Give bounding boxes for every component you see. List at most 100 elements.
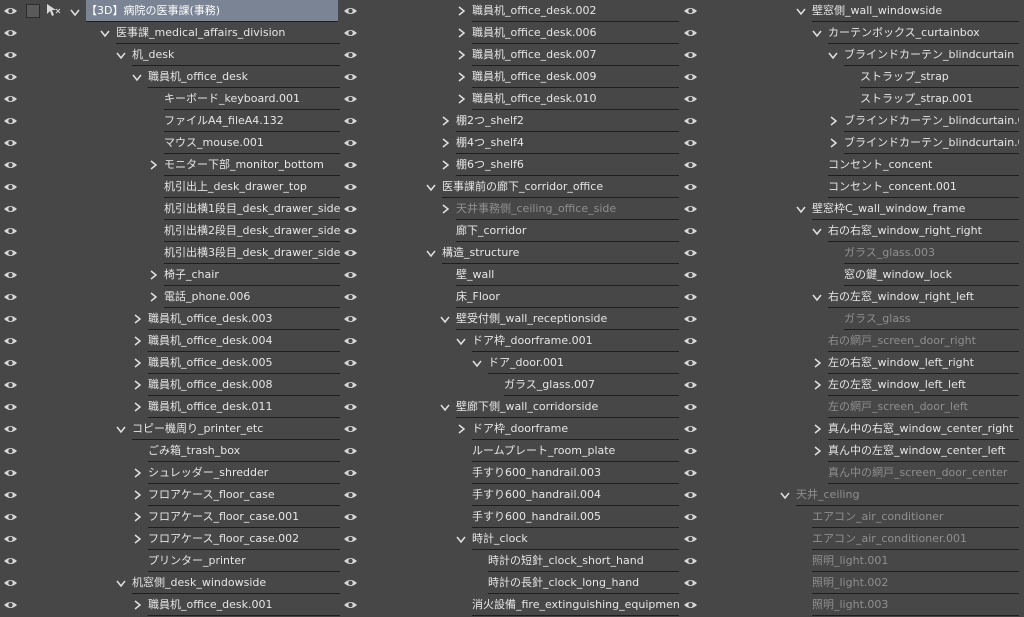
visibility-eye-icon[interactable] [683, 446, 698, 456]
expand-closed-icon[interactable] [812, 358, 822, 368]
layer-row[interactable]: 構造_structure [340, 242, 680, 264]
layer-row[interactable]: ごみ箱_trash_box [0, 440, 340, 462]
layer-row[interactable]: ブラインドカーテン_blindcurtain [680, 44, 1024, 66]
expand-closed-icon[interactable] [812, 380, 822, 390]
visibility-eye-icon[interactable] [3, 358, 18, 368]
visibility-eye-icon[interactable] [3, 182, 18, 192]
layer-row[interactable]: 棚6つ_shelf6 [340, 154, 680, 176]
visibility-eye-icon[interactable] [683, 424, 698, 434]
visibility-eye-icon[interactable] [343, 600, 358, 610]
visibility-eye-icon[interactable] [683, 160, 698, 170]
expand-closed-icon[interactable] [132, 534, 142, 544]
visibility-eye-icon[interactable] [683, 380, 698, 390]
visibility-eye-icon[interactable] [3, 72, 18, 82]
visibility-eye-icon[interactable] [3, 490, 18, 500]
visibility-eye-icon[interactable] [683, 600, 698, 610]
visibility-eye-icon[interactable] [683, 578, 698, 588]
expand-closed-icon[interactable] [828, 138, 838, 148]
layer-row[interactable]: 左の右窓_window_left_right [680, 352, 1024, 374]
visibility-eye-icon[interactable] [3, 578, 18, 588]
visibility-eye-icon[interactable] [683, 292, 698, 302]
lock-checkbox[interactable] [26, 4, 40, 18]
expand-open-icon[interactable] [100, 28, 110, 38]
layer-row[interactable]: モニター下部_monitor_bottom [0, 154, 340, 176]
layer-row[interactable]: 照明_light.003 [680, 594, 1024, 616]
visibility-eye-icon[interactable] [683, 94, 698, 104]
layer-row[interactable]: 右の右窓_window_right_right [680, 220, 1024, 242]
visibility-eye-icon[interactable] [343, 314, 358, 324]
layer-row[interactable]: 天井_ceiling [680, 484, 1024, 506]
expand-open-icon[interactable] [812, 292, 822, 302]
layer-row[interactable]: 椅子_chair [0, 264, 340, 286]
visibility-eye-icon[interactable] [683, 556, 698, 566]
layer-row[interactable]: ファイルA4_fileA4.132 [0, 110, 340, 132]
visibility-eye-icon[interactable] [343, 28, 358, 38]
visibility-eye-icon[interactable] [343, 468, 358, 478]
expand-closed-icon[interactable] [132, 512, 142, 522]
layer-row[interactable]: 職員机_office_desk.004 [0, 330, 340, 352]
visibility-eye-icon[interactable] [343, 160, 358, 170]
layer-row[interactable]: 右の網戸_screen_door_right [680, 330, 1024, 352]
visibility-eye-icon[interactable] [343, 512, 358, 522]
expand-open-icon[interactable] [456, 534, 466, 544]
expand-open-icon[interactable] [796, 204, 806, 214]
visibility-eye-icon[interactable] [343, 556, 358, 566]
visibility-eye-icon[interactable] [343, 490, 358, 500]
visibility-eye-icon[interactable] [3, 6, 18, 16]
layer-row[interactable]: 机引出上_desk_drawer_top [0, 176, 340, 198]
visibility-eye-icon[interactable] [343, 446, 358, 456]
layer-row[interactable]: 左の網戸_screen_door_left [680, 396, 1024, 418]
expand-closed-icon[interactable] [828, 116, 838, 126]
layer-row[interactable]: フロアケース_floor_case [0, 484, 340, 506]
layer-row[interactable]: エアコン_air_conditioner [680, 506, 1024, 528]
expand-open-icon[interactable] [796, 6, 806, 16]
layer-row[interactable]: 机引出横2段目_desk_drawer_side2 [0, 220, 340, 242]
expand-closed-icon[interactable] [440, 204, 450, 214]
expand-closed-icon[interactable] [132, 600, 142, 610]
layer-row[interactable]: ガラス_glass.007 [340, 374, 680, 396]
visibility-eye-icon[interactable] [343, 336, 358, 346]
expand-open-icon[interactable] [426, 248, 436, 258]
layer-row[interactable]: ルームプレート_room_plate [340, 440, 680, 462]
expand-closed-icon[interactable] [148, 160, 158, 170]
layer-row[interactable]: キーボード_keyboard.001 [0, 88, 340, 110]
visibility-eye-icon[interactable] [3, 138, 18, 148]
expand-open-icon[interactable] [132, 72, 142, 82]
layer-row[interactable]: マウス_mouse.001 [0, 132, 340, 154]
layer-row[interactable]: 医事課前の廊下_corridor_office [340, 176, 680, 198]
visibility-eye-icon[interactable] [3, 380, 18, 390]
expand-open-icon[interactable] [116, 424, 126, 434]
layer-row[interactable]: 壁廊下側_wall_corridorside [340, 396, 680, 418]
layer-row[interactable]: 職員机_office_desk.006 [340, 22, 680, 44]
visibility-eye-icon[interactable] [343, 182, 358, 192]
layer-row[interactable]: ドア枠_doorframe [340, 418, 680, 440]
layer-row[interactable]: ブラインドカーテン_blindcurtain.002 [680, 132, 1024, 154]
layer-row[interactable]: 時計の短針_clock_short_hand [340, 550, 680, 572]
visibility-eye-icon[interactable] [3, 160, 18, 170]
expand-closed-icon[interactable] [456, 94, 466, 104]
layer-row[interactable]: 職員机_office_desk.011 [0, 396, 340, 418]
layer-row[interactable]: 職員机_office_desk.008 [0, 374, 340, 396]
layer-row[interactable]: 照明_light.001 [680, 550, 1024, 572]
expand-open-icon[interactable] [812, 28, 822, 38]
visibility-eye-icon[interactable] [3, 94, 18, 104]
layer-row[interactable]: 棚2つ_shelf2 [340, 110, 680, 132]
expand-closed-icon[interactable] [440, 160, 450, 170]
expand-closed-icon[interactable] [440, 116, 450, 126]
layer-row[interactable]: 左の左窓_window_left_left [680, 374, 1024, 396]
visibility-eye-icon[interactable] [343, 138, 358, 148]
visibility-eye-icon[interactable] [3, 336, 18, 346]
visibility-eye-icon[interactable] [683, 512, 698, 522]
visibility-eye-icon[interactable] [683, 490, 698, 500]
expand-open-icon[interactable] [780, 490, 790, 500]
expand-closed-icon[interactable] [456, 6, 466, 16]
layer-row[interactable]: ストラップ_strap [680, 66, 1024, 88]
visibility-eye-icon[interactable] [683, 204, 698, 214]
expand-closed-icon[interactable] [456, 50, 466, 60]
layer-row[interactable]: 廊下_corridor [340, 220, 680, 242]
layer-row[interactable]: 医事課_medical_affairs_division [0, 22, 340, 44]
expand-open-icon[interactable] [116, 578, 126, 588]
expand-closed-icon[interactable] [456, 72, 466, 82]
expand-closed-icon[interactable] [132, 468, 142, 478]
layer-row[interactable]: コンセント_concent [680, 154, 1024, 176]
